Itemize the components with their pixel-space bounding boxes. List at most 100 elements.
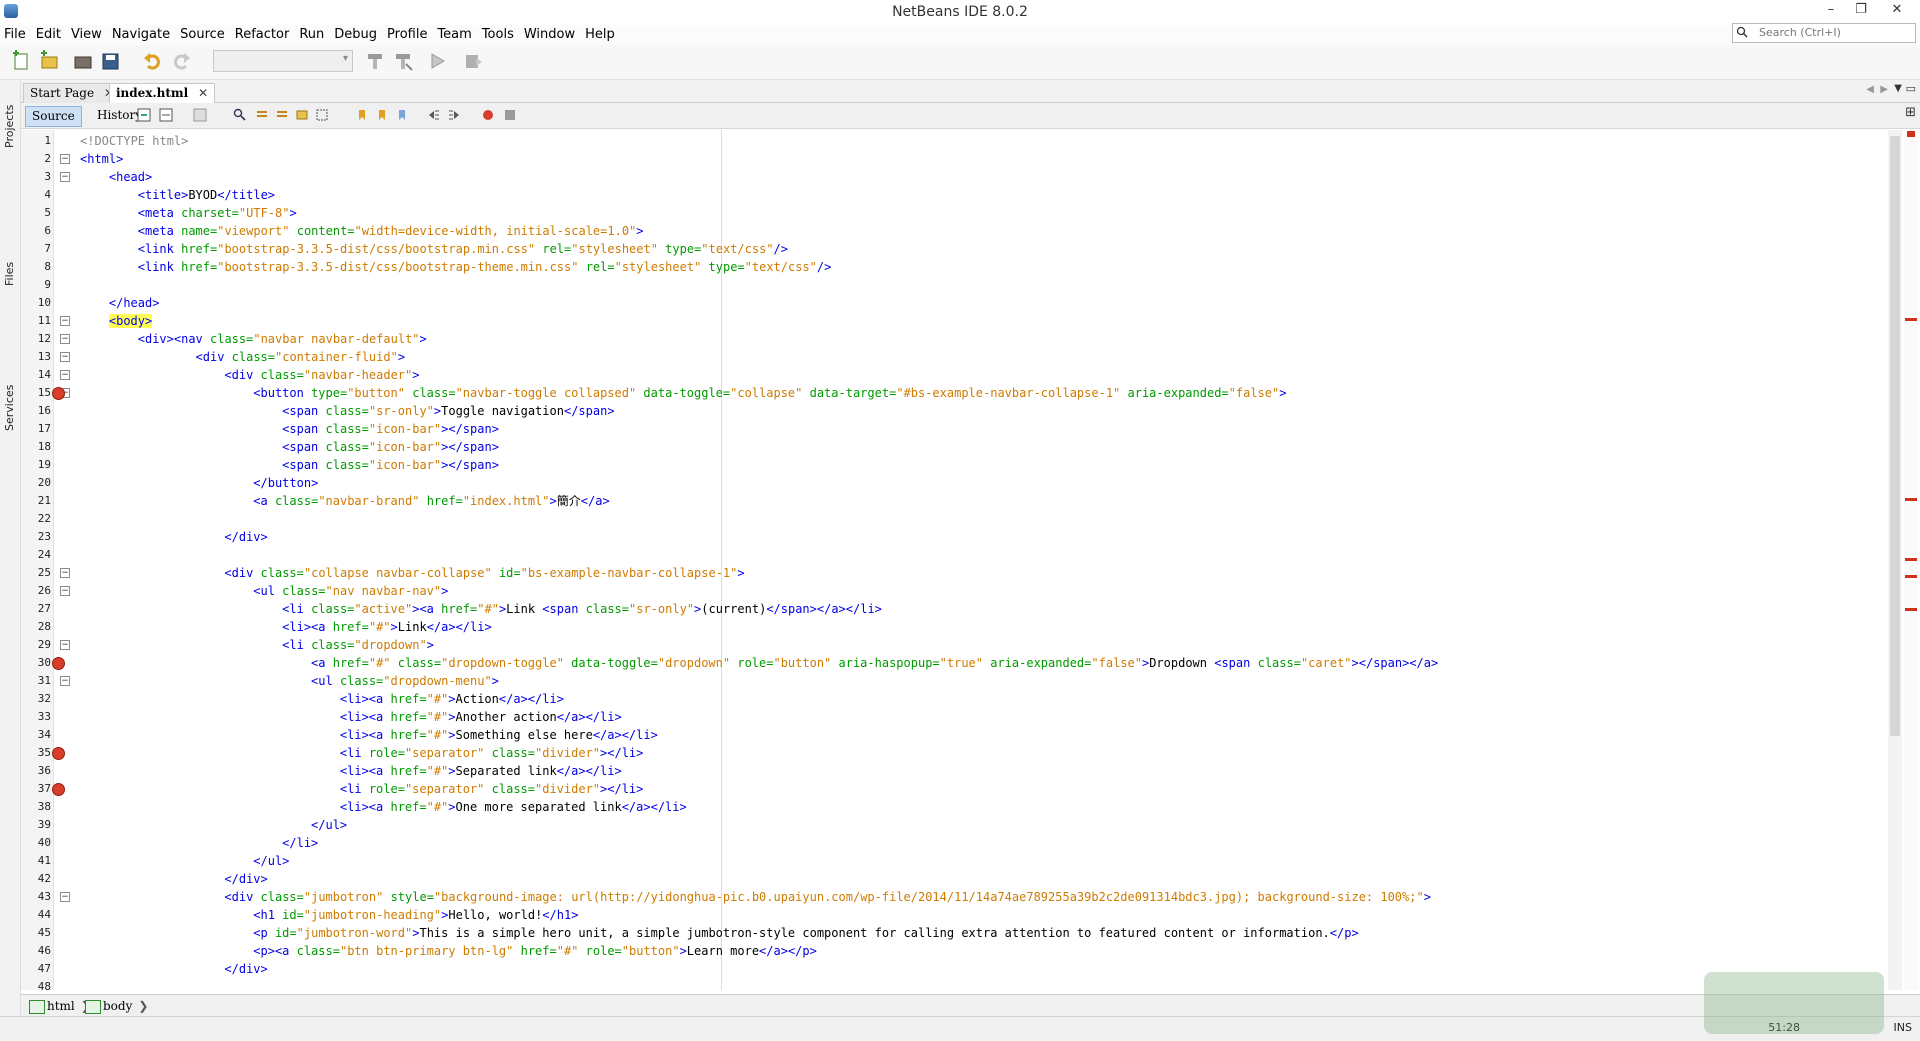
code-line[interactable]: <ul class="dropdown-menu">	[311, 672, 499, 690]
menu-debug[interactable]: Debug	[329, 25, 382, 45]
code-line[interactable]: <li><a href="#">Something else here</a><…	[340, 726, 658, 744]
code-line[interactable]: <p id="jumbotron-word">This is a simple …	[253, 924, 1358, 942]
menu-edit[interactable]: Edit	[31, 25, 66, 45]
code-line[interactable]: <span class="sr-only">Toggle navigation<…	[282, 402, 614, 420]
code-line[interactable]: </div>	[224, 870, 267, 888]
code-line[interactable]: <p><a class="btn btn-primary btn-lg" hre…	[253, 942, 817, 960]
tab-start-page[interactable]: Start Page✕	[23, 83, 122, 103]
code-line[interactable]: <span class="icon-bar"></span>	[282, 420, 499, 438]
fold-toggle-icon[interactable]: −	[60, 568, 70, 578]
menu-help[interactable]: Help	[580, 25, 620, 45]
code-line[interactable]: <meta charset="UTF-8">	[138, 204, 297, 222]
fold-toggle-icon[interactable]: −	[60, 316, 70, 326]
shift-right-icon[interactable]	[447, 108, 461, 122]
close-icon[interactable]: ✕	[198, 86, 208, 100]
menu-run[interactable]: Run	[294, 25, 329, 45]
menu-tools[interactable]: Tools	[477, 25, 519, 45]
search-input[interactable]: Search (Ctrl+I)	[1732, 23, 1916, 43]
find-icon[interactable]	[233, 108, 247, 122]
code-line[interactable]: <link href="bootstrap-3.3.5-dist/css/boo…	[138, 240, 788, 258]
code-line[interactable]: <div class="navbar-header">	[224, 366, 419, 384]
code-line[interactable]: <div class="jumbotron" style="background…	[224, 888, 1431, 906]
error-summary-marker[interactable]	[1907, 131, 1915, 137]
restore-button[interactable]: ❐	[1842, 0, 1880, 22]
find-previous-icon[interactable]	[255, 108, 269, 122]
error-marker[interactable]	[1905, 318, 1917, 321]
run-button[interactable]	[426, 50, 448, 72]
code-editor[interactable]: <!DOCTYPE html> <html> <head> <title>BYOD</…	[80, 130, 1880, 990]
code-line[interactable]: <li class="dropdown">	[282, 636, 434, 654]
code-line[interactable]: <span class="icon-bar"></span>	[282, 456, 499, 474]
code-line[interactable]: <li><a href="#">Action</a></li>	[340, 690, 564, 708]
rectangular-selection-icon[interactable]	[315, 108, 329, 122]
close-window-button[interactable]: ✕	[1878, 0, 1916, 22]
breadcrumb-body[interactable]: body ❯	[83, 998, 148, 1014]
last-edit-icon[interactable]	[137, 108, 151, 122]
toggle-bookmark-icon[interactable]	[395, 108, 409, 122]
error-marker[interactable]	[1905, 498, 1917, 501]
shift-left-icon[interactable]	[427, 108, 441, 122]
code-line[interactable]: <div><nav class="navbar navbar-default">	[138, 330, 427, 348]
projects-tab[interactable]: Projects	[0, 86, 20, 156]
new-file-button[interactable]	[10, 50, 32, 72]
code-line[interactable]: <li><a href="#">Another action</a></li>	[340, 708, 622, 726]
code-line[interactable]: <li class="active"><a href="#">Link <spa…	[282, 600, 882, 618]
code-line[interactable]: </head>	[109, 294, 160, 312]
code-line[interactable]: <li><a href="#">One more separated link<…	[340, 798, 687, 816]
code-line[interactable]: <head>	[109, 168, 152, 186]
code-line[interactable]: <meta name="viewport" content="width=dev…	[138, 222, 644, 240]
code-line[interactable]: </li>	[282, 834, 318, 852]
tab-list-icon[interactable]: ▼	[1894, 83, 1902, 94]
code-line[interactable]: <body>	[108, 312, 153, 330]
menu-navigate[interactable]: Navigate	[107, 25, 175, 45]
back-icon[interactable]	[159, 108, 173, 122]
find-next-icon[interactable]	[275, 108, 289, 122]
code-line[interactable]: <h1 id="jumbotron-heading">Hello, world!…	[253, 906, 578, 924]
code-line[interactable]: </ul>	[311, 816, 347, 834]
configuration-select[interactable]: ▾	[213, 50, 353, 72]
undo-button[interactable]	[142, 50, 164, 72]
code-line[interactable]: <html>	[80, 150, 123, 168]
debug-button[interactable]	[462, 50, 484, 72]
save-all-button[interactable]	[100, 50, 122, 72]
split-editor-icon[interactable]: ⊞	[1905, 105, 1916, 120]
error-annotation-icon[interactable]	[52, 783, 65, 796]
tab-index-html[interactable]: index.html ✕	[109, 83, 216, 103]
previous-bookmark-icon[interactable]	[355, 108, 369, 122]
code-line[interactable]: <a class="navbar-brand" href="index.html…	[253, 492, 609, 510]
toggle-highlight-icon[interactable]	[295, 108, 309, 122]
error-stripe[interactable]	[1904, 130, 1918, 990]
error-annotation-icon[interactable]	[52, 747, 65, 760]
menu-refactor[interactable]: Refactor	[230, 25, 295, 45]
forward-icon[interactable]	[193, 108, 207, 122]
next-bookmark-icon[interactable]	[375, 108, 389, 122]
fold-toggle-icon[interactable]: −	[60, 334, 70, 344]
open-project-button[interactable]	[72, 50, 94, 72]
code-line[interactable]: <span class="icon-bar"></span>	[282, 438, 499, 456]
fold-toggle-icon[interactable]: −	[60, 172, 70, 182]
code-line[interactable]: <div class="container-fluid">	[196, 348, 406, 366]
fold-toggle-icon[interactable]: −	[60, 892, 70, 902]
scroll-left-icon[interactable]: ◀	[1866, 84, 1874, 95]
code-line[interactable]: <li><a href="#">Link</a></li>	[282, 618, 492, 636]
code-line[interactable]: <link href="bootstrap-3.3.5-dist/css/boo…	[138, 258, 832, 276]
build-button[interactable]	[364, 50, 386, 72]
stop-macro-icon[interactable]	[503, 108, 517, 122]
error-annotation-icon[interactable]	[52, 657, 65, 670]
maximize-icon[interactable]: ▭	[1906, 82, 1916, 95]
code-line[interactable]: </ul>	[253, 852, 289, 870]
fold-toggle-icon[interactable]: −	[60, 586, 70, 596]
code-line[interactable]: <title>BYOD</title>	[138, 186, 275, 204]
error-marker[interactable]	[1905, 558, 1917, 561]
code-line[interactable]: <!DOCTYPE html>	[80, 132, 188, 150]
new-project-button[interactable]	[38, 50, 60, 72]
code-line[interactable]: <li role="separator" class="divider"></l…	[340, 744, 643, 762]
code-line[interactable]: <li role="separator" class="divider"></l…	[340, 780, 643, 798]
code-line[interactable]: <button type="button" class="navbar-togg…	[253, 384, 1286, 402]
scrollbar-thumb[interactable]	[1890, 136, 1900, 736]
menu-source[interactable]: Source	[175, 25, 230, 45]
services-tab[interactable]: Services	[0, 226, 20, 431]
code-line[interactable]: <li><a href="#">Separated link</a></li>	[340, 762, 622, 780]
fold-toggle-icon[interactable]: −	[60, 370, 70, 380]
code-line[interactable]: </div>	[224, 528, 267, 546]
